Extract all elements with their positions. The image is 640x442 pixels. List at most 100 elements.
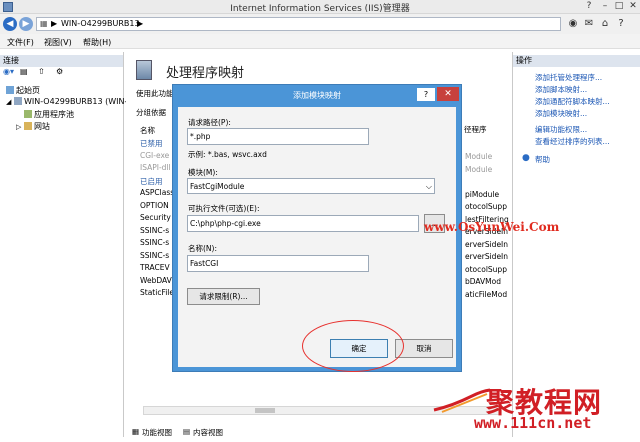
page-title: 处理程序映射: [166, 66, 245, 81]
address-server-icon: ▦: [40, 19, 48, 28]
action-edit-feature-permissions[interactable]: 编辑功能权限...: [535, 124, 587, 135]
sites-icon: [23, 122, 32, 130]
menu-bar: 文件(F) 视图(V) 帮助(H): [0, 34, 640, 49]
module-select-value: FastCgiModule: [190, 182, 245, 191]
tree-start-page[interactable]: 起始页: [6, 85, 40, 96]
table-row[interactable]: SSINC-s: [140, 226, 169, 235]
use-feature-text: 使用此功能: [136, 89, 174, 98]
connect-server-icon[interactable]: ⚙: [56, 67, 63, 77]
title-bar: Internet Information Services (IIS)管理器 ?…: [0, 0, 640, 14]
features-view-icon[interactable]: ▦: [132, 427, 139, 436]
forward-button[interactable]: ▶: [19, 17, 33, 31]
watermark-url: www.OsYunWei.Com: [424, 220, 560, 234]
help-icon[interactable]: ?: [580, 1, 598, 12]
scroll-thumb[interactable]: [255, 408, 275, 413]
table-cell-path[interactable]: piModule: [465, 190, 499, 199]
dialog-close-button[interactable]: ✕: [437, 87, 459, 101]
table-row[interactable]: Security: [140, 213, 171, 222]
menu-file[interactable]: 文件(F): [7, 37, 34, 48]
help-circle-icon[interactable]: ?: [614, 17, 628, 31]
dialog-help-button[interactable]: ?: [417, 88, 435, 101]
connections-header: 连接: [0, 55, 123, 67]
web-icon[interactable]: ◉: [566, 17, 580, 31]
address-separator: ▶: [51, 19, 58, 28]
table-cell-path[interactable]: otocolSupp: [465, 265, 507, 274]
table-row[interactable]: SSINC-s: [140, 251, 169, 260]
back-button[interactable]: ◀: [3, 17, 17, 31]
highlight-ellipse: [302, 320, 404, 372]
table-cell-path[interactable]: erverSideIn: [465, 252, 508, 261]
module-label: 模块(M):: [188, 168, 218, 177]
home-icon[interactable]: ⌂: [598, 17, 612, 31]
tree-sites[interactable]: ▷ 网站: [16, 121, 50, 132]
column-header-path[interactable]: 径程序: [464, 124, 487, 135]
group-header[interactable]: 已禁用: [140, 138, 163, 149]
group-header[interactable]: 已启用: [140, 176, 163, 187]
actions-header: 操作: [513, 55, 640, 67]
action-add-managed-handler[interactable]: 添加托管处理程序...: [535, 72, 602, 83]
request-path-label: 请求路径(P):: [188, 118, 231, 127]
handler-mappings-icon: [136, 60, 152, 80]
action-add-module-map[interactable]: 添加模块映射...: [535, 108, 587, 119]
executable-input[interactable]: C:\php\php-cgi.exe: [187, 215, 419, 232]
table-row[interactable]: ASPClass: [140, 188, 174, 197]
column-header-name[interactable]: 名称: [140, 125, 155, 136]
table-row[interactable]: WebDAV: [140, 276, 172, 285]
address-bar: ◀ ▶ ▦ ▶ WIN-O4299BURB13 ▶ ◉ ✉ ⌂ ?: [0, 14, 640, 34]
module-select[interactable]: FastCgiModule ⌵: [187, 178, 435, 194]
table-cell-path[interactable]: erverSideIn: [465, 240, 508, 249]
save-icon[interactable]: ▤: [20, 67, 28, 77]
table-cell-path[interactable]: bDAVMod: [465, 277, 501, 286]
group-by-label[interactable]: 分组依据: [136, 107, 166, 118]
table-row[interactable]: CGI-exe: [140, 151, 169, 160]
address-separator-end[interactable]: ▶: [137, 19, 143, 28]
content-view-icon[interactable]: ▤: [183, 427, 190, 436]
table-row[interactable]: TRACEV: [140, 263, 170, 272]
executable-label: 可执行文件(可选)(E):: [188, 204, 260, 213]
collapse-icon[interactable]: ◢: [6, 98, 11, 106]
address-box[interactable]: ▦ ▶ WIN-O4299BURB13 ▶: [36, 17, 561, 31]
action-help[interactable]: 帮助: [535, 154, 550, 165]
help-icon[interactable]: ●: [522, 153, 530, 163]
actions-pane: 操作 添加托管处理程序... 添加脚本映射... 添加通配符脚本映射... 添加…: [512, 52, 640, 437]
table-row[interactable]: SSINC-s: [140, 238, 169, 247]
table-row[interactable]: StaticFile: [140, 288, 174, 297]
brand-logo-url: www.111cn.net: [474, 414, 592, 432]
tree-app-pools[interactable]: 应用程序池: [24, 109, 74, 120]
brand-swoosh-logo: [433, 388, 491, 413]
request-path-input[interactable]: *.php: [187, 128, 369, 145]
window-title: Internet Information Services (IIS)管理器: [230, 4, 410, 14]
action-add-script-map[interactable]: 添加脚本映射...: [535, 84, 587, 95]
tab-features-view[interactable]: 功能视图: [142, 427, 172, 438]
mail-icon[interactable]: ✉: [582, 17, 596, 31]
menu-view[interactable]: 视图(V): [44, 37, 72, 48]
maximize-button[interactable]: □: [612, 1, 626, 12]
request-path-example: 示例: *.bas, wsvc.axd: [188, 150, 267, 159]
server-icon: [13, 97, 22, 105]
close-button[interactable]: ✕: [626, 1, 640, 12]
action-view-ordered-list[interactable]: 查看经过排序的列表...: [535, 136, 610, 147]
connections-pane: 连接 ◉▾ ▤ ⇧ ⚙ 起始页 ◢ WIN-O4299BURB13 (WIN- …: [0, 52, 127, 437]
connect-icon[interactable]: ◉▾: [3, 67, 14, 77]
menu-help[interactable]: 帮助(H): [83, 37, 111, 48]
tree-server[interactable]: ◢ WIN-O4299BURB13 (WIN-: [6, 97, 127, 106]
address-root[interactable]: WIN-O4299BURB13: [61, 19, 140, 28]
table-row[interactable]: OPTION: [140, 201, 169, 210]
minimize-button[interactable]: –: [598, 1, 612, 12]
name-label: 名称(N):: [188, 244, 217, 253]
table-cell-path[interactable]: Module: [465, 152, 492, 161]
up-icon[interactable]: ⇧: [38, 67, 45, 77]
action-add-wildcard-script-map[interactable]: 添加通配符脚本映射...: [535, 96, 610, 107]
view-tabs: ▦ 功能视图 ▤ 内容视图: [130, 425, 510, 438]
table-row[interactable]: ISAPI-dll: [140, 163, 171, 172]
expand-icon[interactable]: ▷: [16, 123, 21, 131]
table-cell-path[interactable]: otocolSupp: [465, 202, 507, 211]
name-input[interactable]: FastCGI: [187, 255, 369, 272]
start-page-icon: [6, 86, 14, 94]
table-cell-path[interactable]: aticFileMod: [465, 290, 507, 299]
tab-content-view[interactable]: 内容视图: [193, 427, 223, 438]
request-restrictions-button[interactable]: 请求限制(R)...: [187, 288, 260, 305]
table-cell-path[interactable]: Module: [465, 165, 492, 174]
app-pools-icon: [24, 110, 32, 118]
chevron-down-icon[interactable]: ⌵: [426, 179, 432, 194]
